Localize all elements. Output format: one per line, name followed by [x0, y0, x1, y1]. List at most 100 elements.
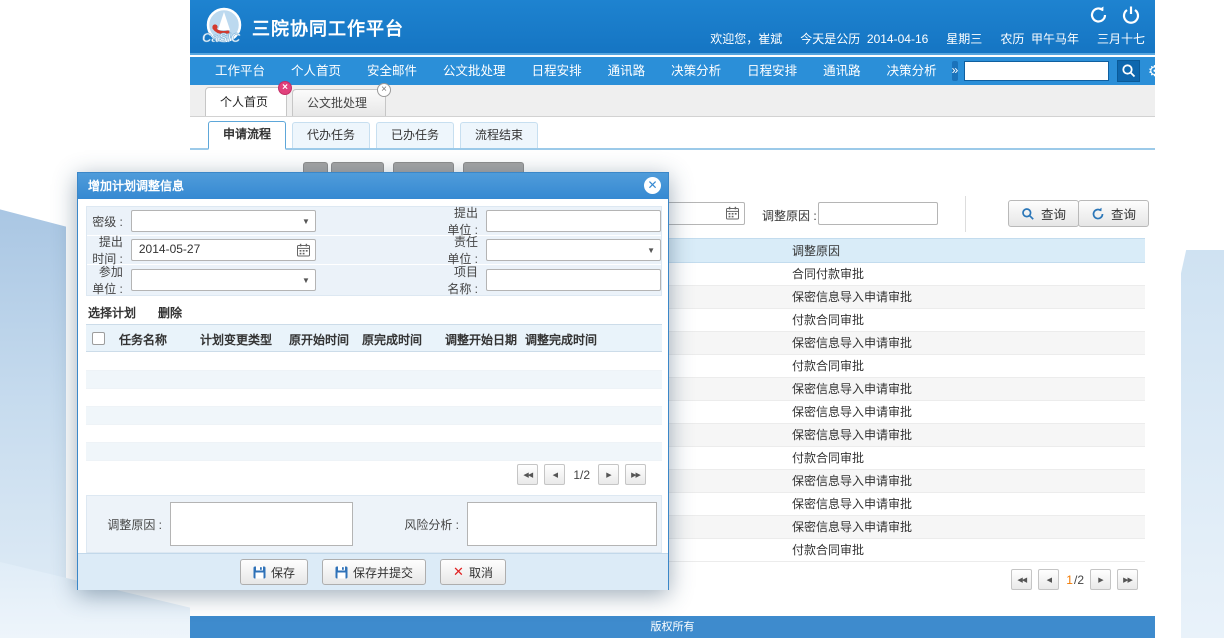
- plan-table-body: [86, 353, 662, 461]
- project-name-input[interactable]: [486, 269, 661, 291]
- empty-row: [86, 407, 662, 425]
- reset-button-label: 查询: [1111, 204, 1136, 223]
- adjust-reason-cell: 保密信息导入申请审批: [792, 378, 1145, 400]
- prev-page-button[interactable]: ◀: [1038, 569, 1059, 590]
- casic-logo-icon: CaSIC: [200, 6, 246, 48]
- screen: CaSIC 三院协同工作平台: [0, 0, 1224, 638]
- calendar-icon[interactable]: [296, 243, 311, 258]
- workspace-tab[interactable]: 公文批处理 ×: [292, 89, 386, 116]
- calendar-icon[interactable]: [725, 206, 740, 221]
- page-title: 三院协同工作平台: [252, 15, 404, 41]
- plan-table-header: 任务名称计划变更类型原开始时间原完成时间调整开始日期调整完成时间: [86, 324, 662, 352]
- floppy-disk-icon: [335, 566, 348, 579]
- first-page-button[interactable]: ◀◀: [517, 464, 538, 485]
- nav-item[interactable]: 公文批处理: [430, 57, 519, 85]
- adjust-reason-cell: 保密信息导入申请审批: [792, 516, 1145, 538]
- page-indicator: 1/2: [571, 468, 592, 482]
- cancel-button[interactable]: ✕ 取消: [440, 559, 506, 585]
- workspace-tab[interactable]: 个人首页 ×: [205, 87, 287, 116]
- tab-close-icon[interactable]: ×: [278, 81, 292, 95]
- plan-column-header: 原开始时间: [289, 331, 349, 348]
- nav-item[interactable]: 通讯路: [595, 57, 659, 85]
- prev-page-button[interactable]: ◀: [544, 464, 565, 485]
- nav-item[interactable]: 工作平台: [202, 57, 278, 85]
- filter-reason-input[interactable]: [818, 202, 938, 225]
- select-all-checkbox[interactable]: [92, 332, 105, 345]
- responsible-unit-select[interactable]: ▼: [486, 239, 661, 261]
- join-unit-select[interactable]: ▼: [131, 269, 316, 291]
- process-tab[interactable]: 代办任务: [292, 122, 370, 148]
- empty-row: [86, 425, 662, 443]
- secrecy-select[interactable]: ▼: [131, 210, 316, 232]
- next-page-button[interactable]: ▶: [598, 464, 619, 485]
- refresh-icon[interactable]: [1089, 5, 1109, 25]
- dialog-title: 增加计划调整信息: [88, 179, 184, 193]
- nav-item[interactable]: 安全邮件: [354, 57, 430, 85]
- nav-item[interactable]: 个人首页: [278, 57, 354, 85]
- last-page-button[interactable]: ▶▶: [625, 464, 646, 485]
- tab-label: 公文批处理: [307, 96, 367, 110]
- save-and-submit-button[interactable]: 保存并提交: [322, 559, 426, 585]
- search-input[interactable]: [964, 61, 1109, 81]
- adjust-reason-cell: 保密信息导入申请审批: [792, 332, 1145, 354]
- process-tab-label: 已办任务: [391, 128, 439, 142]
- process-tabbar: 申请流程 代办任务 已办任务 流程结束: [190, 117, 1155, 150]
- propose-unit-input[interactable]: [486, 210, 661, 232]
- nav-item[interactable]: 决策分析: [874, 57, 950, 85]
- next-page-button[interactable]: ▶: [1090, 569, 1111, 590]
- tab-close-icon[interactable]: ×: [377, 83, 391, 97]
- empty-row: [86, 443, 662, 461]
- risk-analysis-textarea[interactable]: [467, 502, 657, 546]
- adjust-reason-textarea[interactable]: [170, 502, 353, 546]
- nav-item[interactable]: 决策分析: [658, 57, 734, 85]
- empty-row: [86, 389, 662, 407]
- empty-row: [86, 353, 662, 371]
- dialog-form: 密级 : ▼ 提出单位 : 提出时间 : 2014-05-27: [86, 206, 662, 296]
- reset-query-button[interactable]: 查询: [1078, 200, 1149, 227]
- total-pages: 2: [1077, 573, 1084, 587]
- nav-item[interactable]: 日程安排: [734, 57, 810, 85]
- adjust-reason-cell: 保密信息导入申请审批: [792, 286, 1145, 308]
- empty-row: [86, 371, 662, 389]
- adjust-reason-cell: 合同付款审批: [792, 263, 1145, 285]
- secrecy-label: 密级 :: [87, 213, 123, 230]
- process-tab[interactable]: 申请流程: [208, 121, 286, 150]
- nav-item[interactable]: 通讯路: [810, 57, 874, 85]
- table-pagination: ◀◀ ◀ 1/2 ▶ ▶▶: [1011, 569, 1138, 590]
- plan-table-pagination: ◀◀ ◀ 1/2 ▶ ▶▶: [517, 464, 646, 485]
- plan-column-header: 原完成时间: [362, 331, 422, 348]
- project-name-label: 项目名称 :: [444, 263, 478, 297]
- process-tab-label: 流程结束: [475, 128, 523, 142]
- adjust-reason-label: 调整原因 :: [87, 516, 162, 533]
- propose-time-date-input[interactable]: 2014-05-27: [131, 239, 316, 261]
- delete-button[interactable]: 删除: [158, 304, 182, 321]
- gear-icon: ⚙: [1148, 64, 1161, 79]
- settings-button[interactable]: ⚙ 设置: [1148, 54, 1182, 88]
- process-tab[interactable]: 已办任务: [376, 122, 454, 148]
- plan-column-header: 调整开始日期: [445, 331, 517, 348]
- nav-item[interactable]: 日程安排: [519, 57, 595, 85]
- plan-column-header: 任务名称: [119, 331, 167, 348]
- query-button-label: 查询: [1041, 204, 1066, 223]
- select-plan-button[interactable]: 选择计划: [88, 304, 136, 321]
- search-button[interactable]: [1117, 60, 1139, 82]
- welcome-text: 今天是公历 2014-04-16: [800, 30, 928, 47]
- propose-time-value: 2014-05-27: [139, 242, 200, 256]
- dialog-close-icon[interactable]: ✕: [644, 177, 661, 194]
- process-tab[interactable]: 流程结束: [460, 122, 538, 148]
- refresh-icon: [1091, 207, 1105, 221]
- first-page-button[interactable]: ◀◀: [1011, 569, 1032, 590]
- risk-analysis-label: 风险分析 :: [391, 516, 459, 533]
- nav-more-chevron-icon[interactable]: »: [952, 61, 959, 81]
- adjust-reason-cell: 付款合同审批: [792, 447, 1145, 469]
- tab-label: 个人首页: [220, 95, 268, 109]
- welcome-text: 星期三: [946, 30, 982, 47]
- query-button[interactable]: 查询: [1008, 200, 1079, 227]
- power-icon[interactable]: [1121, 5, 1141, 25]
- save-button[interactable]: 保存: [240, 559, 308, 585]
- filter-reason-label: 调整原因 :: [762, 207, 817, 224]
- join-unit-label: 参加单位 :: [87, 263, 123, 297]
- last-page-button[interactable]: ▶▶: [1117, 569, 1138, 590]
- adjust-reason-cell: 保密信息导入申请审批: [792, 493, 1145, 515]
- dialog-bottom-form: 调整原因 : 风险分析 :: [86, 495, 662, 553]
